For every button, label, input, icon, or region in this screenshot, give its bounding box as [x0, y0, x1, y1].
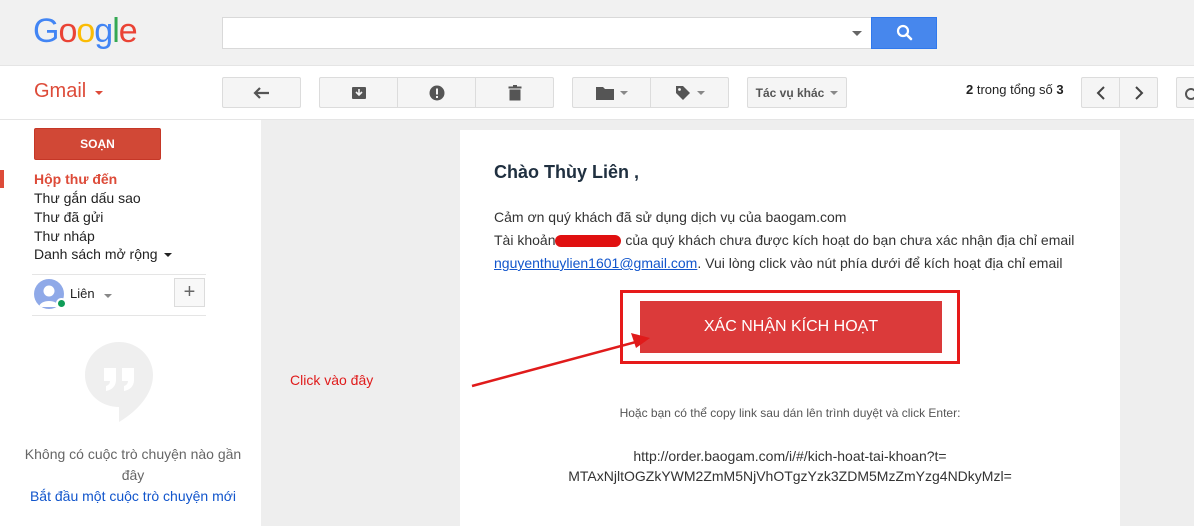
- move-to-button[interactable]: [572, 77, 651, 108]
- chevron-down-icon: [619, 90, 628, 95]
- input-tools-button[interactable]: [1176, 77, 1194, 108]
- pager-total: 3: [1056, 82, 1064, 97]
- trash-icon: [508, 84, 521, 100]
- archive-icon: [351, 86, 366, 99]
- new-chat-button[interactable]: +: [174, 278, 205, 307]
- hangouts-icon: [85, 342, 153, 422]
- copy-link-hint: Hoặc bạn có thể copy link sau dán lên tr…: [619, 406, 961, 420]
- chat-user-name[interactable]: Liên: [70, 286, 113, 301]
- search-button[interactable]: [871, 17, 937, 49]
- click-here-annotation: Click vào đây: [290, 372, 374, 388]
- back-button[interactable]: [222, 77, 301, 108]
- start-chat-link[interactable]: Bắt đầu một cuộc trò chuyện mới: [20, 486, 246, 507]
- google-logo[interactable]: Google: [33, 12, 138, 51]
- search-options-caret-icon[interactable]: [852, 31, 862, 36]
- chevron-right-icon: [1134, 85, 1143, 100]
- email-greeting: Chào Thùy Liên ,: [494, 162, 640, 182]
- email-body: Chào Thùy Liên , Cảm ơn quý khách đã sử …: [460, 130, 1120, 526]
- more-actions-label: Tác vụ khác: [755, 85, 825, 100]
- labels-button[interactable]: [650, 77, 729, 108]
- logo-letter: o: [58, 12, 77, 50]
- instruction-text: . Vui lòng click vào nút phía dưới để kí…: [697, 255, 1063, 271]
- sidebar-item-starred[interactable]: Thư gắn dấu sao: [34, 190, 141, 206]
- keyboard-icon: [1185, 87, 1194, 100]
- chevron-left-icon: [1096, 85, 1105, 100]
- sidebar-item-sent[interactable]: Thư đã gửi: [34, 209, 103, 225]
- back-arrow-icon: [252, 86, 269, 99]
- older-button[interactable]: [1119, 77, 1158, 108]
- chevron-down-icon: [696, 90, 705, 95]
- chevron-down-icon: [164, 253, 173, 258]
- account-status-text: của quý khách chưa được kích hoạt do bạn…: [621, 232, 1075, 248]
- no-recent-chats-text: Không có cuộc trò chuyện nào gần đây: [24, 446, 242, 483]
- search-icon: [896, 24, 913, 41]
- label-icon: [675, 85, 690, 100]
- email-line-2: Tài khoản của quý khách chưa được kích h…: [494, 232, 1074, 248]
- activation-link-line-2: MTAxNjltOGZkYWM2ZmM5NjVhOTgzYzk3ZDM5MzZm…: [568, 468, 1012, 484]
- mail-toolbar: Gmail Tác vụ khác 2 trong tổng số 3: [0, 66, 1194, 120]
- activate-account-button[interactable]: XÁC NHẬN KÍCH HOẠT: [640, 301, 942, 353]
- sidebar-item-more[interactable]: Danh sách mở rộng: [34, 246, 173, 262]
- logo-letter: e: [118, 12, 138, 50]
- pager-separator: trong tổng số: [973, 82, 1057, 97]
- archive-button[interactable]: [319, 77, 398, 108]
- online-status-icon: [56, 298, 67, 309]
- sidebar: SOẠN Hộp thư đến Thư gắn dấu sao Thư đã …: [0, 120, 260, 526]
- sidebar-item-inbox[interactable]: Hộp thư đến: [34, 171, 117, 187]
- spam-icon: [429, 85, 444, 100]
- email-line-3: nguyenthuylien1601@gmail.com. Vui lòng c…: [494, 255, 1062, 271]
- logo-letter: o: [76, 12, 95, 50]
- active-folder-marker: [0, 170, 4, 188]
- gmail-menu[interactable]: Gmail: [34, 80, 86, 103]
- pager-text: 2 trong tổng số 3: [966, 82, 1064, 97]
- activation-link-text[interactable]: http://order.baogam.com/i/#/kich-hoat-ta…: [460, 446, 1120, 486]
- hangouts-user-row: Liên +: [32, 274, 206, 316]
- search-input[interactable]: [222, 17, 872, 49]
- more-actions-button[interactable]: Tác vụ khác: [747, 77, 847, 108]
- chevron-down-icon: [830, 90, 839, 95]
- logo-letter: g: [94, 12, 113, 50]
- chevron-down-icon: [104, 294, 113, 298]
- folder-icon: [595, 86, 614, 100]
- account-label: Tài khoản: [494, 232, 556, 248]
- newer-button[interactable]: [1081, 77, 1120, 108]
- compose-button[interactable]: SOẠN: [34, 128, 161, 160]
- sidebar-item-drafts[interactable]: Thư nháp: [34, 228, 95, 244]
- top-bar: Google: [0, 0, 1194, 66]
- delete-button[interactable]: [475, 77, 554, 108]
- redacted-account: [555, 235, 622, 248]
- activation-link-line-1: http://order.baogam.com/i/#/kich-hoat-ta…: [633, 448, 947, 464]
- report-spam-button[interactable]: [397, 77, 476, 108]
- chat-user-label: Liên: [70, 286, 95, 301]
- email-line-1: Cảm ơn quý khách đã sử dụng dịch vụ của …: [494, 209, 847, 225]
- logo-letter: G: [33, 12, 59, 50]
- sidebar-item-more-label: Danh sách mở rộng: [34, 246, 158, 262]
- gmail-caret-icon[interactable]: [95, 91, 103, 95]
- email-address-link[interactable]: nguyenthuylien1601@gmail.com: [494, 255, 697, 271]
